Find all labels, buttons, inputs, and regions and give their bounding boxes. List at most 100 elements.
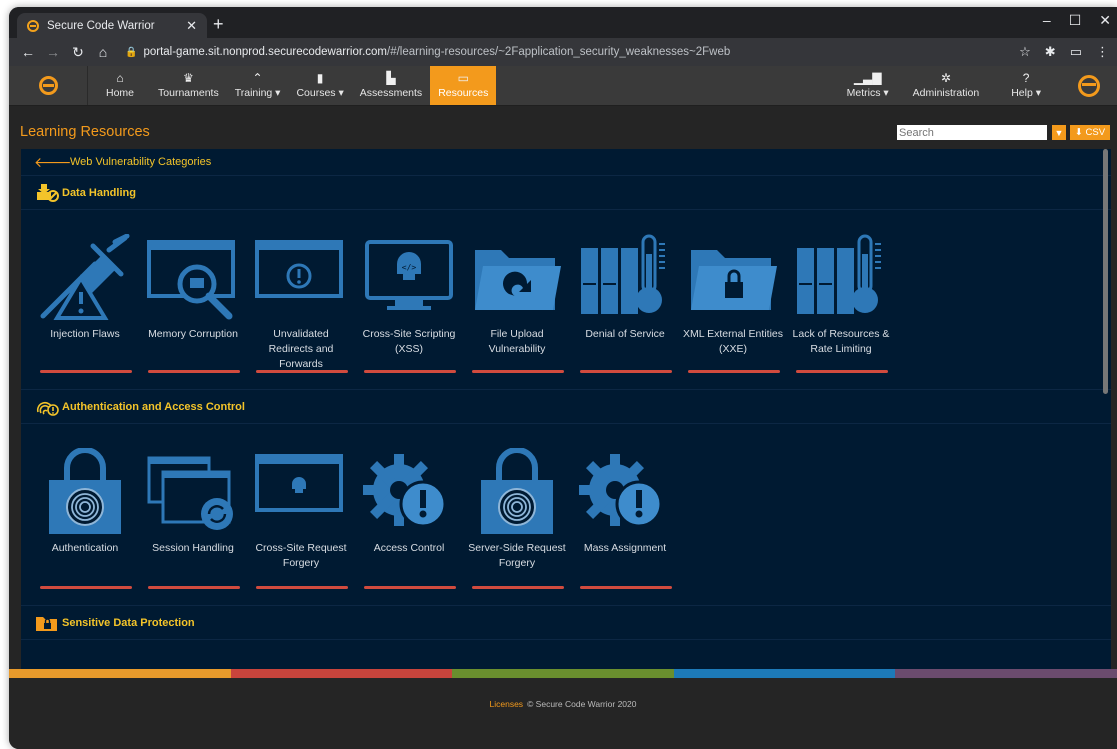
tile-label: Mass Assignment bbox=[583, 542, 667, 554]
minimize-icon[interactable]: – bbox=[1043, 12, 1051, 29]
section-data-handling: Data Handling bbox=[21, 176, 1111, 210]
monitor-skull-icon: </> bbox=[365, 240, 453, 310]
window-controls: – ☐ ✕ bbox=[1043, 12, 1111, 29]
stripe-orange bbox=[9, 669, 231, 678]
progress-bar bbox=[40, 370, 132, 373]
licenses-link[interactable]: Licenses bbox=[490, 699, 524, 709]
tile-label: Denial of Service bbox=[585, 328, 665, 340]
data-handling-icon bbox=[37, 183, 59, 202]
cast-icon[interactable]: ▭ bbox=[1070, 44, 1082, 60]
nav-training[interactable]: ⌃ Training ▾ bbox=[227, 66, 289, 105]
nav-help[interactable]: ? Help ▾ bbox=[991, 66, 1061, 105]
forward-icon[interactable]: → bbox=[42, 44, 64, 60]
tile-access-control[interactable]: Access Control bbox=[355, 424, 463, 605]
tile-file-upload[interactable]: File Upload Vulnerability bbox=[463, 210, 571, 389]
tile-csrf[interactable]: Cross-Site Request Forgery bbox=[247, 424, 355, 605]
nav-resources[interactable]: ▭ Resources bbox=[430, 66, 497, 105]
tile-ssrf[interactable]: Server-Side Request Forgery bbox=[463, 424, 571, 605]
url-path: /#/learning-resources/~2Fapplication_sec… bbox=[387, 46, 731, 58]
section-title: Authentication and Access Control bbox=[62, 400, 245, 413]
home-icon: ⌂ bbox=[116, 71, 124, 85]
tile-denial-of-service[interactable]: Denial of Service bbox=[571, 210, 679, 389]
extensions-icon[interactable]: ✱ bbox=[1045, 44, 1056, 60]
progress-bar bbox=[472, 586, 564, 589]
tile-xss[interactable]: </> Cross-Site Scripting (XSS) bbox=[355, 210, 463, 389]
progress-bar bbox=[256, 586, 348, 589]
reload-icon[interactable]: ↻ bbox=[67, 44, 89, 61]
nav-training-label: Training ▾ bbox=[234, 87, 281, 99]
nav-home[interactable]: ⌂ Home bbox=[88, 66, 150, 105]
nav-tournaments[interactable]: ♛ Tournaments bbox=[150, 66, 227, 105]
close-window-icon[interactable]: ✕ bbox=[1099, 12, 1111, 29]
folder-lock-icon bbox=[36, 616, 57, 631]
back-icon[interactable]: ← bbox=[17, 44, 39, 60]
nav-help-label: Help ▾ bbox=[1011, 87, 1041, 99]
nav-courses[interactable]: ▮ Courses ▾ bbox=[288, 66, 351, 105]
maximize-icon[interactable]: ☐ bbox=[1069, 12, 1082, 29]
tile-mass-assignment[interactable]: Mass Assignment bbox=[571, 424, 679, 605]
tile-lack-of-resources[interactable]: Lack of Resources & Rate Limiting bbox=[787, 210, 895, 389]
url-host: portal-game.sit.nonprod.securecodewarrio… bbox=[143, 46, 387, 58]
folder-lock-icon bbox=[691, 250, 777, 310]
new-tab-icon[interactable]: + bbox=[213, 14, 224, 35]
tile-label: Authentication bbox=[51, 542, 119, 554]
progress-bar bbox=[364, 586, 456, 589]
tile-unvalidated-redirects[interactable]: Unvalidated Redirects and Forwards bbox=[247, 210, 355, 389]
browser-tab[interactable]: Secure Code Warrior ✕ bbox=[17, 13, 207, 38]
tile-authentication[interactable]: Authentication bbox=[31, 424, 139, 605]
tile-session-handling[interactable]: Session Handling bbox=[139, 424, 247, 605]
gear-icon: ✲ bbox=[940, 71, 951, 85]
star-icon[interactable]: ☆ bbox=[1019, 44, 1031, 60]
nav-tournaments-label: Tournaments bbox=[158, 87, 219, 99]
progress-bar bbox=[40, 586, 132, 589]
window-magnifier-icon bbox=[147, 240, 235, 320]
progress-bar bbox=[364, 370, 456, 373]
page-title: Learning Resources bbox=[20, 124, 150, 140]
progress-bar bbox=[580, 586, 672, 589]
color-stripe bbox=[9, 669, 1117, 678]
nav-assessments-label: Assessments bbox=[359, 87, 423, 99]
search-input[interactable] bbox=[897, 125, 1047, 140]
tile-label: Memory Corruption bbox=[148, 328, 238, 340]
back-arrow-icon[interactable]: 🡐 bbox=[34, 154, 72, 171]
servers-thermometer-icon bbox=[797, 234, 881, 314]
padlock-fingerprint-icon bbox=[481, 448, 553, 534]
book-icon: ▮ bbox=[316, 71, 324, 85]
tile-memory-corruption[interactable]: Memory Corruption bbox=[139, 210, 247, 389]
csv-export-button[interactable]: ⬇ CSV bbox=[1070, 125, 1110, 140]
logo-icon bbox=[38, 76, 58, 95]
tile-label: Injection Flaws bbox=[50, 328, 120, 340]
browser-window: Secure Code Warrior ✕ + – ☐ ✕ ← → ↻ ⌂ 🔒 … bbox=[9, 7, 1117, 749]
menu-icon[interactable]: ⋮ bbox=[1096, 44, 1109, 60]
home-browser-icon[interactable]: ⌂ bbox=[92, 44, 114, 60]
nav-assessments[interactable]: ▙ Assessments bbox=[352, 66, 430, 105]
breadcrumb-label[interactable]: Web Vulnerability Categories bbox=[70, 156, 211, 168]
close-tab-icon[interactable]: ✕ bbox=[186, 18, 197, 34]
bar-chart-icon: ▁▃▇ bbox=[853, 71, 882, 85]
tile-label: Cross-Site Scripting (XSS) bbox=[362, 328, 456, 355]
nav-courses-label: Courses ▾ bbox=[296, 87, 344, 99]
url-field[interactable]: 🔒 portal-game.sit.nonprod.securecodewarr… bbox=[125, 41, 1007, 63]
download-icon: ⬇ bbox=[1074, 127, 1086, 138]
section-title: Sensitive Data Protection bbox=[62, 616, 195, 629]
brand-logo[interactable] bbox=[9, 66, 88, 105]
brand-logo-right[interactable] bbox=[1061, 66, 1117, 105]
filter-button[interactable]: ▼ bbox=[1052, 125, 1066, 140]
progress-bar bbox=[688, 370, 780, 373]
tile-label: File Upload Vulnerability bbox=[488, 328, 546, 355]
tile-label: Lack of Resources & Rate Limiting bbox=[792, 328, 890, 355]
tile-label: Access Control bbox=[373, 542, 445, 554]
stripe-blue bbox=[673, 669, 896, 678]
scrollbar[interactable] bbox=[1103, 149, 1108, 394]
tile-xxe[interactable]: XML External Entities (XXE) bbox=[679, 210, 787, 389]
nav-administration[interactable]: ✲ Administration bbox=[901, 66, 992, 105]
svg-text:</>: </> bbox=[402, 263, 417, 272]
servers-thermometer-icon bbox=[581, 234, 665, 314]
gear-warning-icon bbox=[363, 454, 447, 528]
nav-metrics[interactable]: ▁▃▇ Metrics ▾ bbox=[835, 66, 901, 105]
fingerprint-warning-icon bbox=[36, 401, 59, 416]
tile-injection-flaws[interactable]: Injection Flaws bbox=[31, 210, 139, 389]
progress-bar bbox=[148, 370, 240, 373]
filter-icon: ▼ bbox=[1054, 127, 1064, 138]
presentation-icon: ▭ bbox=[457, 71, 469, 85]
